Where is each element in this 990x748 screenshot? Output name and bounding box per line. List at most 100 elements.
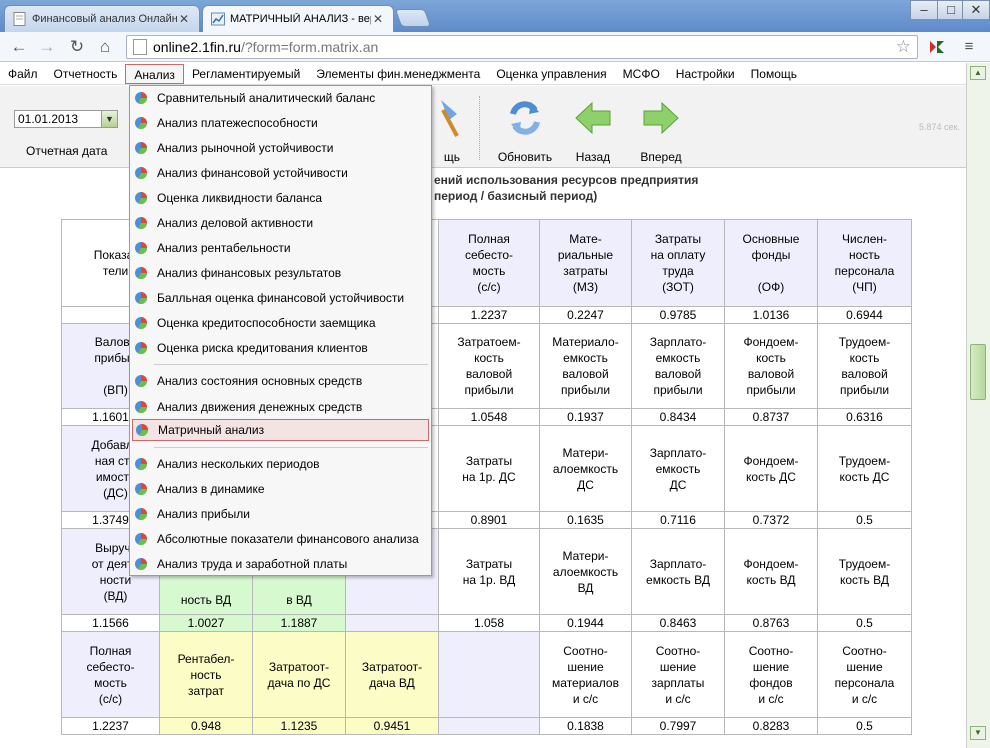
forward-button[interactable]: Вперед: [626, 96, 696, 166]
address-bar[interactable]: online2.1fin.ru/?form=form.matrix.an ☆: [126, 35, 918, 59]
menu-reporting[interactable]: Отчетность: [46, 64, 126, 84]
chevron-down-icon[interactable]: ▼: [101, 111, 117, 127]
matrix-cell: Зарплато- емкость ВД: [631, 528, 725, 615]
bookmark-star-icon[interactable]: ☆: [896, 37, 911, 57]
matrix-cell: Соотно- шение зарплаты и с/с: [631, 631, 725, 718]
matrix-cell-text: Трудоем- кость ВД: [838, 556, 891, 587]
menu-regulated[interactable]: Регламентируемый: [184, 64, 308, 84]
header-cell: Основные фонды (ОФ): [724, 219, 818, 307]
menu-item[interactable]: Анализ прибыли: [132, 503, 429, 525]
maximize-icon[interactable]: □: [937, 0, 965, 20]
menu-item-label: Оценка кредитоспособности заемщика: [157, 316, 376, 330]
menu-item[interactable]: Абсолютные показатели финансового анализ…: [132, 528, 429, 550]
menu-file[interactable]: Файл: [0, 64, 46, 84]
header-cell-text: Полная себесто- мость (с/с): [465, 232, 513, 294]
pie-chart-icon: [135, 217, 147, 230]
header-cell-text: Числен- ность персонала (ЧП): [834, 232, 895, 294]
matrix-cell-text: Материало- емкость валовой прибыли: [552, 335, 619, 397]
scrollbar-thumb[interactable]: [970, 344, 986, 400]
menu-item[interactable]: Анализ нескольких периодов: [132, 453, 429, 475]
menu-item[interactable]: Анализ движения денежных средств: [132, 396, 429, 418]
menu-item[interactable]: Анализ финансовой устойчивости: [132, 162, 429, 184]
menu-item[interactable]: Анализ рентабельности: [132, 237, 429, 259]
value-cell: 0.8763: [724, 614, 818, 632]
report-date-select[interactable]: 01.01.2013 ▼: [14, 110, 118, 128]
pie-chart-icon: [135, 375, 147, 388]
menu-item[interactable]: Анализ деловой активности: [132, 212, 429, 234]
menu-ifrs[interactable]: МСФО: [615, 64, 668, 84]
menu-fin-management[interactable]: Элементы фин.менеджмента: [308, 64, 488, 84]
browser-tab-inactive[interactable]: Финансовый анализ Онлайн ✕: [4, 5, 200, 32]
antivirus-extension-icon[interactable]: [928, 39, 946, 55]
menu-item[interactable]: Анализ рыночной устойчивости: [132, 137, 429, 159]
pie-chart-icon: [135, 117, 147, 130]
menu-item-selected[interactable]: Матричный анализ: [132, 419, 429, 441]
matrix-cell: Материало- емкость валовой прибыли: [539, 323, 632, 409]
menu-item[interactable]: Анализ финансовых результатов: [132, 262, 429, 284]
menu-help[interactable]: Помощь: [743, 64, 805, 84]
browser-menu-icon[interactable]: ≡: [958, 36, 980, 58]
scroll-up-icon[interactable]: ▲: [970, 66, 986, 80]
menu-item[interactable]: Анализ состояния основных средств: [132, 370, 429, 392]
back-button[interactable]: Назад: [558, 96, 628, 166]
matrix-cell-text: Соотно- шение зарплаты и с/с: [651, 643, 705, 706]
menu-item[interactable]: Анализ труда и заработной платы: [132, 553, 429, 575]
minimize-icon[interactable]: –: [910, 0, 938, 20]
menu-analysis[interactable]: Анализ: [125, 63, 184, 84]
value-cell: 1.1566: [61, 614, 160, 632]
matrix-cell-text: Фондоем- кость ВД: [743, 556, 799, 587]
matrix-cell: Трудоем- кость ДС: [817, 425, 912, 512]
home-icon[interactable]: ⌂: [94, 36, 116, 58]
matrix-cell-text: Затратоот- дача ВД: [361, 659, 423, 690]
matrix-cell-text: Фондоем- кость валовой прибыли: [743, 335, 799, 397]
vertical-scrollbar[interactable]: ▲ ▼: [966, 63, 990, 748]
browser-tab-active[interactable]: МАТРИЧНЫЙ АНАЛИЗ - версия ✕: [202, 5, 394, 32]
value-cell: 0.9785: [631, 306, 725, 324]
menu-item[interactable]: Анализ платежеспособности: [132, 112, 429, 134]
value-cell: 0.9451: [345, 717, 439, 735]
menu-item-label: Анализ состояния основных средств: [157, 374, 363, 388]
pie-chart-icon: [135, 508, 147, 521]
value-cell: 0.7116: [631, 511, 725, 529]
scroll-down-icon[interactable]: ▼: [970, 726, 986, 740]
value-cell: 0.1635: [539, 511, 632, 529]
menu-settings[interactable]: Настройки: [668, 64, 743, 84]
matrix-cell: Соотно- шение фондов и с/с: [724, 631, 818, 718]
close-tab-icon[interactable]: ✕: [177, 12, 191, 26]
menu-management-assessment[interactable]: Оценка управления: [488, 64, 614, 84]
window-close-icon[interactable]: ✕: [962, 0, 990, 20]
green-forward-arrow-icon: [643, 101, 679, 135]
menu-item[interactable]: Оценка ликвидности баланса: [132, 187, 429, 209]
matrix-cell: Фондоем- кость ВД: [724, 528, 818, 615]
value-cell: 0.5: [817, 717, 912, 735]
close-tab-icon[interactable]: ✕: [371, 12, 385, 26]
menu-item[interactable]: Анализ в динамике: [132, 478, 429, 500]
menu-item-label: Анализ деловой активности: [157, 216, 314, 230]
matrix-cell: Зарплато- емкость ДС: [631, 425, 725, 512]
matrix-cell: Матери- алоемкость ВД: [539, 528, 632, 615]
timing-text: 5.874 сек.: [919, 122, 960, 132]
menu-item[interactable]: Оценка риска кредитования клиентов: [132, 337, 429, 359]
table-row: Полная себесто- мость (с/с) Рентабел- но…: [61, 631, 912, 718]
back-arrow-icon[interactable]: ←: [8, 36, 30, 58]
menu-item[interactable]: Сравнительный аналитический баланс: [132, 87, 429, 109]
forward-arrow-icon[interactable]: →: [36, 36, 58, 58]
matrix-cell: [438, 631, 540, 718]
reload-icon[interactable]: ↻: [66, 36, 88, 58]
matrix-cell: Затратоем- кость валовой прибыли: [438, 323, 540, 409]
matrix-cell: Соотно- шение материалов и с/с: [539, 631, 632, 718]
matrix-cell: Соотно- шение персонала и с/с: [817, 631, 912, 718]
menu-item[interactable]: Балльная оценка финансовой устойчивости: [132, 287, 429, 309]
row-label-text: Полная себесто- мость (с/с): [86, 643, 135, 706]
refresh-button[interactable]: Обновить: [490, 96, 560, 166]
matrix-cell: Матери- алоемкость ДС: [539, 425, 632, 512]
matrix-cell: Рентабел- ность затрат: [159, 631, 253, 718]
value-cell: 0.5: [817, 511, 912, 529]
menu-item[interactable]: Оценка кредитоспособности заемщика: [132, 312, 429, 334]
menu-separator: [154, 447, 428, 448]
report-date-label: Отчетная дата: [26, 144, 108, 158]
new-tab-button[interactable]: [394, 9, 432, 27]
pie-chart-icon: [135, 267, 147, 280]
header-cell: Затраты на оплату труда (ЗОТ): [631, 219, 725, 307]
tab-title: Финансовый анализ Онлайн: [32, 13, 177, 25]
